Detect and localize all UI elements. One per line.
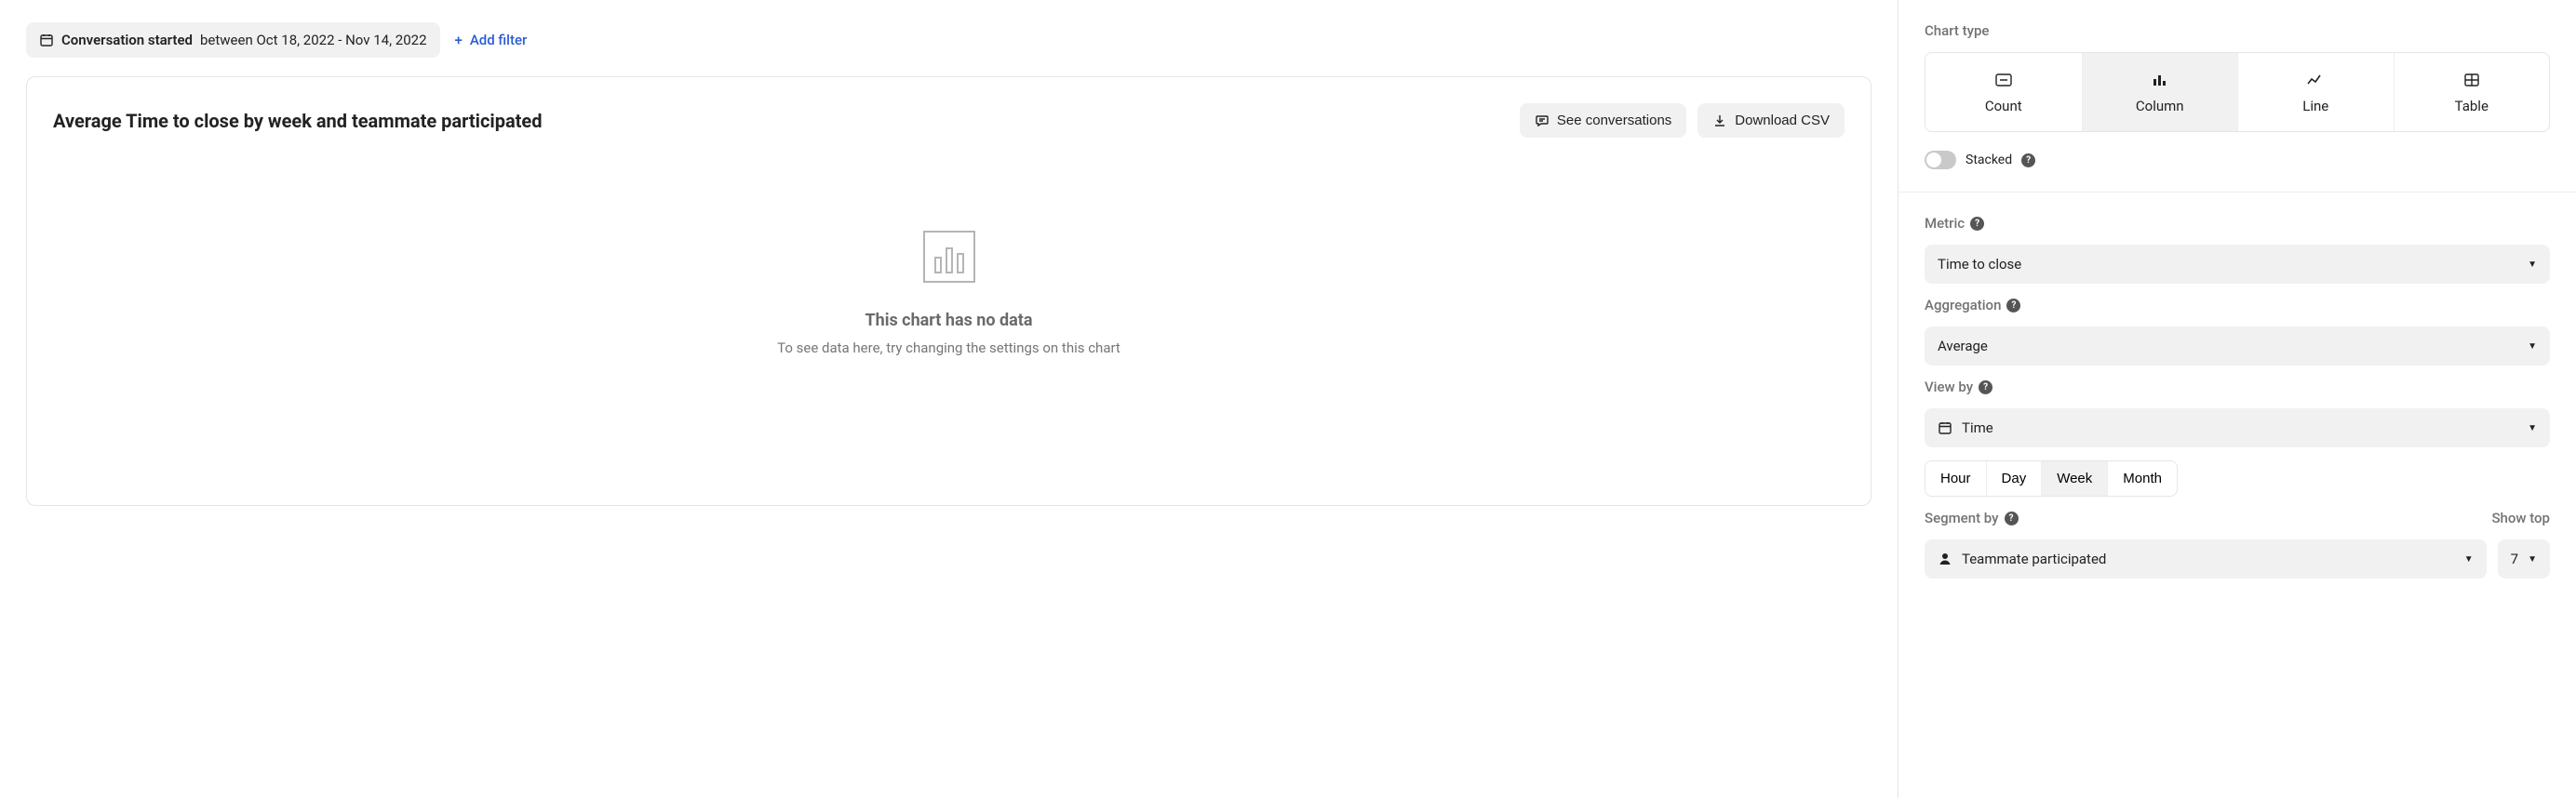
empty-state-subtitle: To see data here, try changing the setti… (777, 339, 1120, 356)
bar-chart-icon (923, 231, 975, 283)
chevron-down-icon: ▼ (2528, 259, 2537, 270)
help-icon[interactable]: ? (2006, 299, 2020, 313)
chart-type-selector: Count Column Line (1925, 52, 2550, 132)
aggregation-label: Aggregation (1925, 297, 2001, 313)
chart-type-label: Chart type (1925, 22, 2550, 39)
metric-label: Metric (1925, 215, 1965, 232)
chart-type-count-label: Count (1985, 98, 2022, 114)
show-top-label: Show top (2491, 510, 2550, 526)
empty-state-title: This chart has no data (865, 311, 1032, 330)
chevron-down-icon: ▼ (2528, 341, 2537, 352)
time-unit-day[interactable]: Day (1986, 461, 2042, 496)
add-filter-button[interactable]: + Add filter (455, 32, 528, 48)
segmentby-value: Teammate participated (1962, 551, 2106, 567)
chart-type-line[interactable]: Line (2237, 53, 2394, 131)
chart-type-column[interactable]: Column (2082, 53, 2238, 131)
table-icon (2462, 70, 2482, 90)
see-conversations-label: See conversations (1557, 113, 1671, 128)
download-icon (1712, 113, 1727, 128)
time-unit-week[interactable]: Week (2041, 461, 2107, 496)
calendar-icon (1938, 420, 1952, 435)
segmentby-dropdown[interactable]: Teammate participated ▼ (1925, 539, 2487, 579)
chart-type-count[interactable]: Count (1925, 53, 2082, 131)
stacked-toggle[interactable] (1925, 151, 1956, 169)
help-icon[interactable]: ? (2005, 512, 2019, 525)
chart-empty-state: This chart has no data To see data here,… (53, 193, 1845, 468)
column-icon (2150, 70, 2170, 90)
filter-bar: Conversation started between Oct 18, 202… (26, 22, 1872, 58)
viewby-value: Time (1962, 419, 1993, 436)
chart-type-table-label: Table (2455, 98, 2489, 114)
chat-icon (1535, 113, 1550, 128)
download-csv-button[interactable]: Download CSV (1697, 103, 1845, 138)
metric-dropdown[interactable]: Time to close ▼ (1925, 245, 2550, 284)
chart-type-column-label: Column (2136, 98, 2184, 114)
chart-type-line-label: Line (2302, 98, 2328, 114)
plus-icon: + (455, 32, 463, 48)
aggregation-value: Average (1938, 338, 1988, 354)
stacked-label: Stacked (1966, 153, 2012, 167)
count-icon (1993, 70, 2014, 90)
line-icon (2305, 70, 2326, 90)
chart-type-table[interactable]: Table (2394, 53, 2550, 131)
time-unit-hour[interactable]: Hour (1925, 461, 1986, 496)
help-icon[interactable]: ? (2021, 153, 2035, 167)
viewby-dropdown[interactable]: Time ▼ (1925, 408, 2550, 447)
help-icon[interactable]: ? (1970, 217, 1984, 231)
date-filter-field: Conversation started (61, 32, 193, 48)
chevron-down-icon: ▼ (2528, 423, 2537, 433)
download-csv-label: Download CSV (1735, 113, 1830, 128)
divider (1898, 192, 2576, 193)
time-unit-month[interactable]: Month (2107, 461, 2177, 496)
segmentby-label: Segment by (1925, 510, 1999, 526)
see-conversations-button[interactable]: See conversations (1520, 103, 1686, 138)
aggregation-dropdown[interactable]: Average ▼ (1925, 326, 2550, 366)
help-icon[interactable]: ? (1979, 380, 1992, 394)
chart-card: Average Time to close by week and teamma… (26, 76, 1872, 506)
show-top-dropdown[interactable]: 7 ▼ (2498, 539, 2550, 579)
add-filter-label: Add filter (470, 32, 528, 48)
viewby-label: View by (1925, 379, 1973, 395)
show-top-value: 7 (2511, 551, 2518, 567)
date-range-filter-pill[interactable]: Conversation started between Oct 18, 202… (26, 22, 440, 58)
chevron-down-icon: ▼ (2464, 554, 2474, 565)
metric-value: Time to close (1938, 256, 2021, 273)
date-filter-range: between Oct 18, 2022 - Nov 14, 2022 (200, 32, 427, 48)
time-granularity-selector: Hour Day Week Month (1925, 460, 2178, 497)
chevron-down-icon: ▼ (2528, 554, 2537, 565)
calendar-icon (39, 33, 54, 47)
chart-title: Average Time to close by week and teamma… (53, 110, 542, 132)
person-icon (1938, 552, 1952, 566)
